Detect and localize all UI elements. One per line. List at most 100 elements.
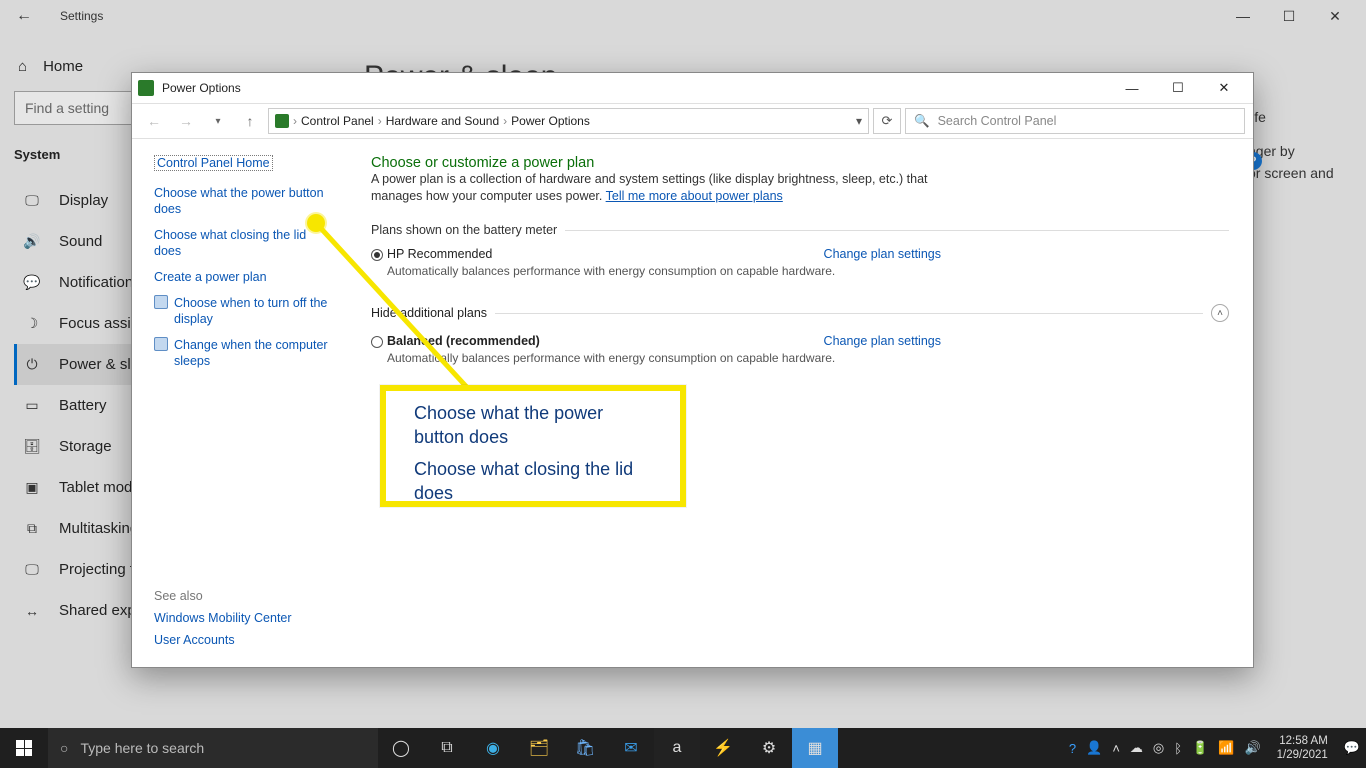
sidebar-item-icon: ▭ xyxy=(23,397,41,414)
help-tray-icon[interactable]: ? xyxy=(1069,741,1076,756)
power-icon[interactable]: ⚡ xyxy=(700,728,746,768)
change-plan-settings-link[interactable]: Change plan settings xyxy=(824,247,941,261)
change-plan-settings-link[interactable]: Change plan settings xyxy=(824,334,941,348)
bluetooth-icon[interactable]: ᛒ xyxy=(1174,741,1182,756)
sidebar-item-label: Tablet mode xyxy=(59,479,141,496)
divider xyxy=(495,313,1203,314)
sidebar-item-label: Focus assist xyxy=(59,315,142,332)
cortana-icon[interactable]: ◯ xyxy=(378,728,424,768)
hide-plans-label[interactable]: Hide additional plans xyxy=(371,306,487,320)
cp-search-placeholder: Search Control Panel xyxy=(938,114,1057,128)
nav-forward-icon[interactable]: → xyxy=(172,107,200,135)
power-options-icon xyxy=(138,80,154,96)
cp-close-button[interactable]: ✕ xyxy=(1201,73,1247,103)
start-button[interactable] xyxy=(0,728,48,768)
sidebar-item-label: Battery xyxy=(59,397,107,414)
callout-text-1: Choose what the power button does xyxy=(414,401,656,449)
task-view-icon[interactable]: ⧉ xyxy=(424,728,470,768)
collapse-icon[interactable]: ˄ xyxy=(1211,304,1229,322)
location-icon[interactable]: ◎ xyxy=(1153,740,1164,756)
mail-icon[interactable]: ✉ xyxy=(608,728,654,768)
side-link-icon xyxy=(154,337,168,351)
callout-box: Choose what the power button does Choose… xyxy=(380,385,686,507)
close-button[interactable]: ✕ xyxy=(1312,8,1358,25)
battery-icon[interactable]: 🔋 xyxy=(1192,740,1208,756)
nav-recent-dropdown[interactable]: ▾ xyxy=(204,107,232,135)
see-also-header: See also xyxy=(154,589,292,603)
sidebar-item-label: Sound xyxy=(59,233,102,250)
address-bar[interactable]: › Control Panel › Hardware and Sound › P… xyxy=(268,108,869,134)
volume-icon[interactable]: 🔊 xyxy=(1244,740,1260,756)
power-mini-icon xyxy=(275,114,289,128)
taskbar-search[interactable]: ○ Type here to search xyxy=(48,728,378,768)
chevron-right-icon: › xyxy=(378,114,382,128)
chevron-right-icon: › xyxy=(503,114,507,128)
plan-desc: Automatically balances performance with … xyxy=(387,264,941,278)
sidebar-item-icon: 🖵 xyxy=(23,192,41,209)
settings-title: Settings xyxy=(60,9,103,23)
store-icon[interactable]: 🛍 xyxy=(562,728,608,768)
see-also-link[interactable]: Windows Mobility Center xyxy=(154,611,292,625)
cp-window-title: Power Options xyxy=(162,81,241,95)
search-icon: 🔍 xyxy=(914,114,930,129)
cp-side-link[interactable]: Create a power plan xyxy=(154,269,333,285)
see-also: See also Windows Mobility Center User Ac… xyxy=(154,589,292,655)
control-panel-taskbar-icon[interactable]: ▦ xyxy=(792,728,838,768)
cp-side-link[interactable]: Choose when to turn off the display xyxy=(174,295,333,327)
callout-origin-dot xyxy=(307,214,325,232)
content-description: A power plan is a collection of hardware… xyxy=(371,171,961,205)
cp-maximize-button[interactable]: ☐ xyxy=(1155,73,1201,103)
wifi-icon[interactable]: 📶 xyxy=(1218,740,1234,756)
tray-expand-icon[interactable]: ˄ xyxy=(1112,741,1120,756)
maximize-button[interactable]: ☐ xyxy=(1266,8,1312,25)
breadcrumb-item[interactable]: Power Options xyxy=(511,114,590,128)
sidebar-item-label: Display xyxy=(59,192,108,209)
power-plans-help-link[interactable]: Tell me more about power plans xyxy=(606,189,783,203)
radio-balanced[interactable] xyxy=(371,336,383,348)
file-explorer-icon[interactable]: 🗂 xyxy=(516,728,562,768)
radio-hp-recommended[interactable] xyxy=(371,249,383,261)
breadcrumb-item[interactable]: Hardware and Sound xyxy=(386,114,499,128)
sidebar-item-icon: 🔊 xyxy=(23,233,41,250)
cp-minimize-button[interactable]: — xyxy=(1109,73,1155,103)
onedrive-icon[interactable]: ☁ xyxy=(1130,740,1143,756)
sidebar-item-icon: ⏻ xyxy=(23,356,41,373)
divider xyxy=(565,230,1229,231)
windows-icon xyxy=(16,740,32,756)
cp-side-link[interactable]: Choose what the power button does xyxy=(154,185,333,217)
cp-toolbar: ← → ▾ ↑ › Control Panel › Hardware and S… xyxy=(132,103,1253,139)
cp-home-link[interactable]: Control Panel Home xyxy=(154,155,273,171)
sidebar-item-label: Multitasking xyxy=(59,520,138,537)
people-icon[interactable]: 👤 xyxy=(1086,740,1102,756)
see-also-link[interactable]: User Accounts xyxy=(154,633,292,647)
chevron-right-icon: › xyxy=(293,114,297,128)
power-options-window: Power Options — ☐ ✕ ← → ▾ ↑ › Control Pa… xyxy=(131,72,1254,668)
taskbar-pinned: ◯ ⧉ ◉ 🗂 🛍 ✉ a ⚡ ⚙ ▦ xyxy=(378,728,838,768)
home-icon: ⌂ xyxy=(18,58,27,75)
amazon-icon[interactable]: a xyxy=(654,728,700,768)
taskbar-search-placeholder: Type here to search xyxy=(80,740,204,756)
address-dropdown-icon[interactable]: ▾ xyxy=(856,114,862,128)
back-icon[interactable]: ← xyxy=(8,7,40,25)
home-label: Home xyxy=(43,58,83,75)
content-heading: Choose or customize a power plan xyxy=(371,155,1229,171)
cp-side-link[interactable]: Choose what closing the lid does xyxy=(154,227,333,259)
breadcrumb-item[interactable]: Control Panel xyxy=(301,114,374,128)
power-plan-row: HP Recommended Automatically balances pe… xyxy=(371,247,941,278)
minimize-button[interactable]: — xyxy=(1220,8,1266,25)
settings-right-fragment: life nger by or screen and xyxy=(1248,106,1358,184)
settings-titlebar: ← Settings — ☐ ✕ xyxy=(0,0,1366,32)
plan-desc: Automatically balances performance with … xyxy=(387,351,941,365)
action-center-icon[interactable]: 💬 xyxy=(1344,740,1360,756)
cp-search-input[interactable]: 🔍 Search Control Panel xyxy=(905,108,1245,134)
edge-icon[interactable]: ◉ xyxy=(470,728,516,768)
settings-taskbar-icon[interactable]: ⚙ xyxy=(746,728,792,768)
taskbar: ○ Type here to search ◯ ⧉ ◉ 🗂 🛍 ✉ a ⚡ ⚙ … xyxy=(0,728,1366,768)
nav-up-icon[interactable]: ↑ xyxy=(236,107,264,135)
cp-side-link[interactable]: Change when the computer sleeps xyxy=(174,337,333,369)
refresh-button[interactable]: ⟳ xyxy=(873,108,901,134)
power-plan-row: Balanced (recommended) Automatically bal… xyxy=(371,334,941,365)
sidebar-item-icon: ⧉ xyxy=(23,520,41,537)
taskbar-clock[interactable]: 12:58 AM 1/29/2021 xyxy=(1271,734,1334,762)
nav-back-icon[interactable]: ← xyxy=(140,107,168,135)
